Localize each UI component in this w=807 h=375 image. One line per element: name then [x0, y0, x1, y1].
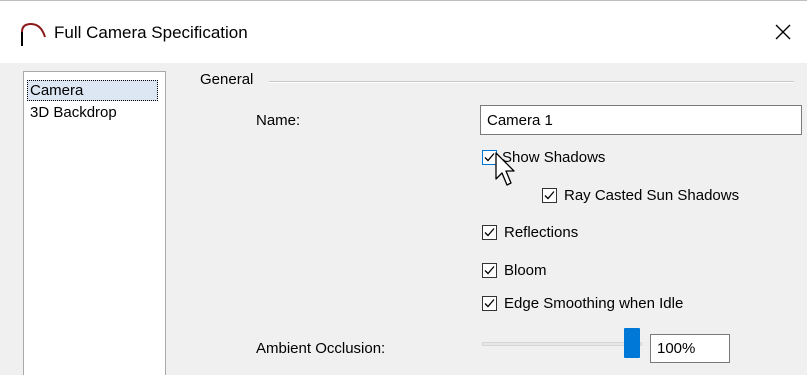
bloom-checkbox-row[interactable]: Bloom: [482, 262, 547, 279]
reflections-label: Reflections: [504, 224, 579, 241]
checkmark-icon: [544, 191, 555, 200]
tree-item-label: 3D Backdrop: [30, 104, 117, 121]
group-label-general: General: [200, 71, 254, 88]
tree-item-3d-backdrop[interactable]: 3D Backdrop: [27, 102, 120, 123]
checkmark-icon: [484, 266, 495, 275]
close-icon: [775, 24, 791, 40]
ray-casted-label: Ray Casted Sun Shadows: [564, 187, 740, 204]
ambient-occlusion-slider-track[interactable]: [482, 342, 642, 346]
reflections-checkbox[interactable]: [482, 225, 497, 240]
checkmark-icon: [484, 299, 495, 308]
dialog-window: Full Camera Specification Camera 3D Back…: [0, 0, 807, 375]
checkmark-icon: [484, 228, 495, 237]
group-divider: [269, 81, 794, 83]
bloom-label: Bloom: [504, 262, 547, 279]
ambient-occlusion-label: Ambient Occlusion:: [256, 340, 386, 357]
bloom-checkbox[interactable]: [482, 263, 497, 278]
category-tree[interactable]: Camera 3D Backdrop: [23, 71, 166, 375]
edge-smoothing-checkbox-row[interactable]: Edge Smoothing when Idle: [482, 295, 683, 312]
edge-smoothing-checkbox[interactable]: [482, 296, 497, 311]
close-button[interactable]: [759, 1, 807, 63]
reflections-checkbox-row[interactable]: Reflections: [482, 224, 578, 241]
title-bar[interactable]: Full Camera Specification: [0, 1, 807, 63]
name-input[interactable]: [480, 105, 802, 135]
tree-item-camera[interactable]: Camera: [27, 80, 158, 101]
ambient-occlusion-input[interactable]: [650, 334, 730, 363]
camera-arc-icon: [19, 21, 47, 47]
mouse-cursor-icon: [495, 152, 515, 186]
tree-item-label: Camera: [30, 82, 84, 99]
name-label: Name:: [256, 112, 301, 129]
window-title: Full Camera Specification: [54, 23, 248, 42]
ambient-occlusion-slider-thumb[interactable]: [624, 328, 640, 358]
edge-smoothing-label: Edge Smoothing when Idle: [504, 295, 684, 312]
ray-casted-checkbox-row[interactable]: Ray Casted Sun Shadows: [542, 187, 739, 204]
ray-casted-checkbox[interactable]: [542, 188, 557, 203]
